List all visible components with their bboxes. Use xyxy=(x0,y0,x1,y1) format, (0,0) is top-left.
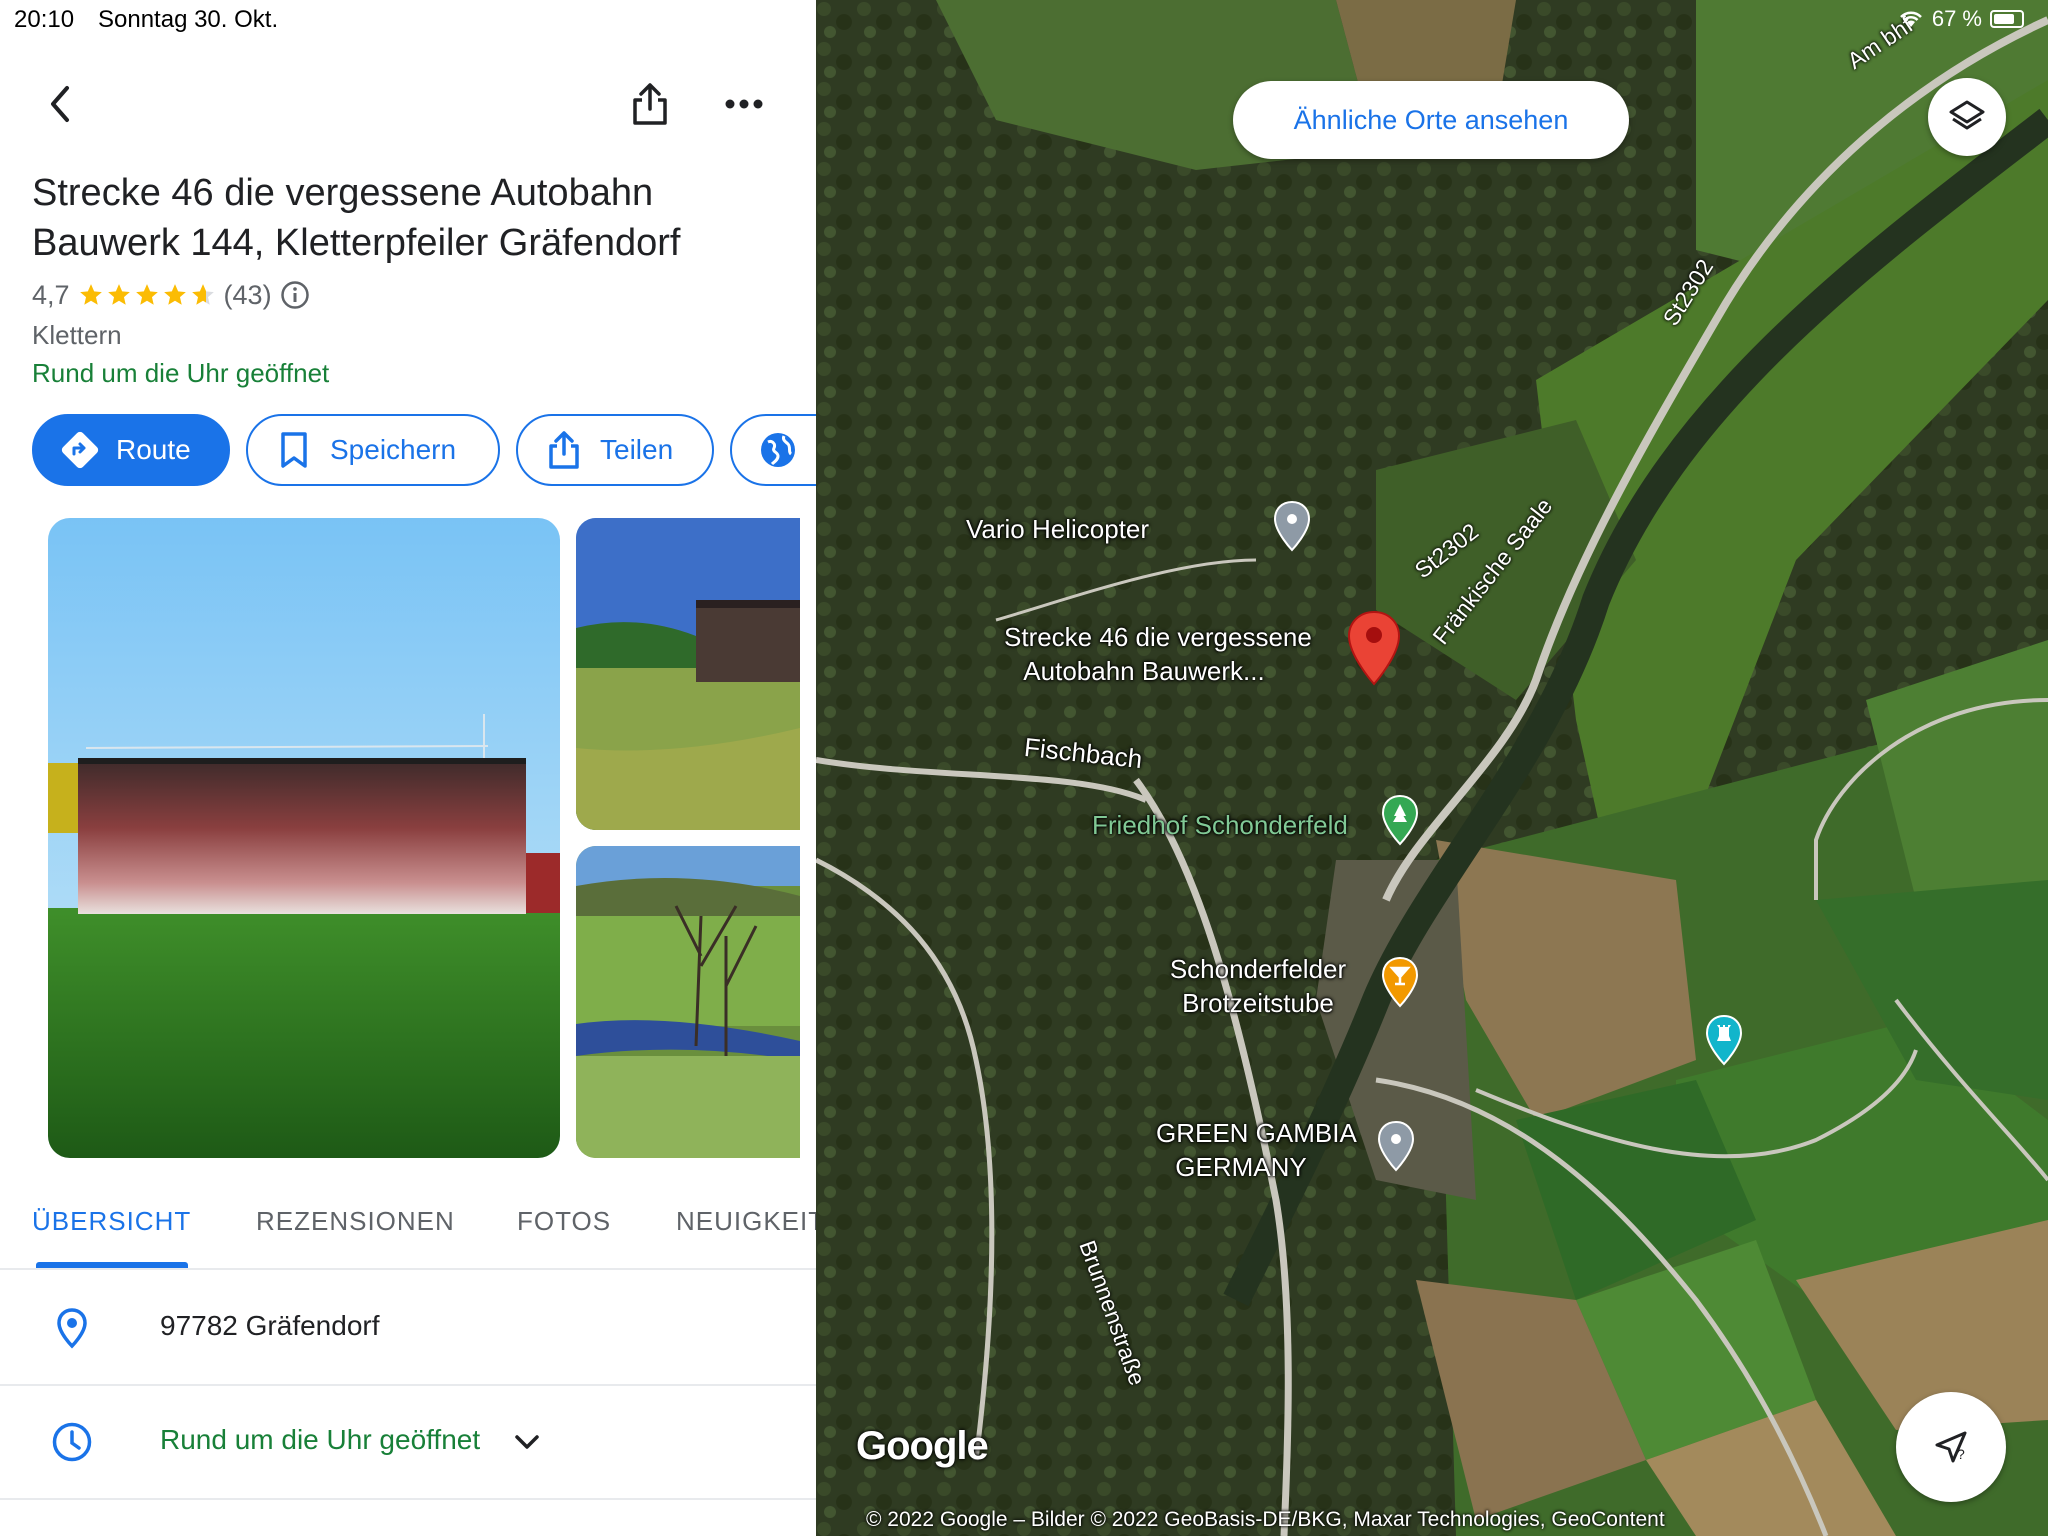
share-label: Teilen xyxy=(600,434,674,465)
place-panel: Strecke 46 die vergessene Autobahn Bauwe… xyxy=(0,0,816,1536)
share-icon xyxy=(633,83,667,125)
action-buttons: Route Speichern Teilen xyxy=(32,414,816,486)
tab-overview[interactable]: ÜBERSICHT xyxy=(32,1206,191,1237)
place-title-line2: Bauwerk 144, Kletterpfeiler Gräfendorf xyxy=(32,222,681,264)
tab-news[interactable]: NEUIGKEIT xyxy=(676,1206,816,1237)
river-meadow-photo xyxy=(576,846,800,1158)
battery-icon xyxy=(1990,10,2024,28)
rating-row[interactable]: 4,7 (43) xyxy=(32,278,310,312)
globe-icon xyxy=(758,430,798,470)
google-logo: Google xyxy=(856,1424,989,1468)
hours-row[interactable]: Rund um die Uhr geöffnet xyxy=(0,1386,816,1498)
grey-place-pin-icon[interactable] xyxy=(1272,500,1312,552)
share-icon xyxy=(544,430,584,470)
bookmark-icon xyxy=(274,430,314,470)
grey-place-pin-icon[interactable] xyxy=(1376,1120,1416,1172)
rating-stars xyxy=(78,282,216,308)
place-title-line1: Strecke 46 die vergessene Autobahn xyxy=(32,172,654,214)
star-icon xyxy=(135,284,158,305)
star-icon xyxy=(107,284,130,305)
selected-place-pin-icon[interactable] xyxy=(1346,610,1402,686)
status-date: Sonntag 30. Okt. xyxy=(98,6,279,33)
cemetery-pin-icon[interactable] xyxy=(1380,794,1420,846)
directions-icon xyxy=(60,430,100,470)
wifi-icon xyxy=(1899,11,1922,27)
layers-button[interactable] xyxy=(1928,78,2006,156)
svg-text:?: ? xyxy=(1957,1446,1965,1462)
star-half-icon xyxy=(191,284,214,305)
map-label-gambia-line1: GREEN GAMBIA xyxy=(1156,1118,1357,1148)
map-copyright[interactable]: © 2022 Google – Bilder © 2022 GeoBasis-D… xyxy=(866,1508,1665,1532)
map-label-vario[interactable]: Vario Helicopter xyxy=(966,512,1149,546)
more-options-button[interactable] xyxy=(714,74,774,134)
place-category: Klettern xyxy=(32,320,122,350)
climbing-pillar-photo xyxy=(48,518,560,1158)
chevron-left-icon xyxy=(51,86,69,122)
chevron-down-icon[interactable] xyxy=(514,1434,540,1450)
map-label-strecke[interactable]: Strecke 46 die vergessene Autobahn Bauwe… xyxy=(1004,620,1312,688)
save-button[interactable]: Speichern xyxy=(246,414,500,486)
open-status: Rund um die Uhr geöffnet xyxy=(32,358,330,388)
my-location-button[interactable]: ? xyxy=(1896,1392,2006,1502)
place-title: Strecke 46 die vergessene Autobahn Bauwe… xyxy=(32,168,792,268)
address-text: 97782 Gräfendorf xyxy=(160,1310,380,1341)
layers-icon xyxy=(1949,100,1985,130)
map-label-strecke-line1: Strecke 46 die vergessene xyxy=(1004,622,1312,652)
hours-text: Rund um die Uhr geöffnet xyxy=(160,1424,481,1455)
tab-photos[interactable]: FOTOS xyxy=(517,1206,611,1237)
map-label-brotzeit[interactable]: Schonderfelder Brotzeitstube xyxy=(1168,952,1348,1020)
info-icon[interactable] xyxy=(280,280,310,310)
bar-pin-icon[interactable] xyxy=(1380,956,1420,1008)
photo-main[interactable] xyxy=(48,518,560,1158)
save-label: Speichern xyxy=(330,434,457,465)
landmark-pin-icon[interactable] xyxy=(1704,1014,1744,1066)
website-button[interactable] xyxy=(730,414,816,486)
map-label-brotzeit-line1: Schonderfelder xyxy=(1169,954,1347,984)
navigation-arrow-icon: ? xyxy=(1935,1431,1967,1463)
location-pin-icon xyxy=(50,1306,94,1350)
photo-side-top[interactable] xyxy=(576,518,800,830)
more-horizontal-icon xyxy=(725,99,763,109)
app-root: 20:10 Sonntag 30. Okt. 67 % Strecke 46 d… xyxy=(0,0,2048,1536)
review-count: (43) xyxy=(223,279,272,310)
map-label-gambia-line2: GERMANY xyxy=(1175,1152,1307,1182)
satellite-map xyxy=(816,0,2048,1536)
share-button[interactable]: Teilen xyxy=(516,414,714,486)
similar-places-button[interactable]: Ähnliche Orte ansehen xyxy=(1233,81,1629,159)
status-indicators: 67 % xyxy=(1898,6,2024,32)
pillar-field-photo xyxy=(576,518,800,830)
status-time: 20:10 xyxy=(14,6,75,33)
map-label-brotzeit-line2: Brotzeitstube xyxy=(1182,988,1334,1018)
map-label-gambia[interactable]: GREEN GAMBIA GERMANY xyxy=(1156,1116,1357,1184)
tab-reviews[interactable]: REZENSIONEN xyxy=(256,1206,455,1237)
clock-icon xyxy=(50,1420,94,1464)
share-top-button[interactable] xyxy=(620,74,680,134)
star-icon xyxy=(163,284,186,305)
map-label-strecke-line2: Autobahn Bauwerk... xyxy=(1023,656,1265,686)
star-icon xyxy=(79,284,102,305)
tab-bar: ÜBERSICHT REZENSIONEN FOTOS NEUIGKEIT xyxy=(0,1192,816,1270)
battery-percent: 67 % xyxy=(1931,6,1982,31)
photo-side-bottom[interactable] xyxy=(576,846,800,1158)
address-row[interactable]: 97782 Gräfendorf xyxy=(0,1272,816,1384)
info-divider xyxy=(0,1498,816,1500)
route-label: Route xyxy=(116,434,191,465)
map-view[interactable]: Ähnliche Orte ansehen ? Am bhf St2302 St… xyxy=(816,0,2048,1536)
rating-value: 4,7 xyxy=(32,279,70,310)
back-button[interactable] xyxy=(30,74,90,134)
map-label-friedhof[interactable]: Friedhof Schonderfeld xyxy=(1092,808,1348,842)
tab-active-indicator xyxy=(36,1262,188,1268)
route-button[interactable]: Route xyxy=(32,414,230,486)
